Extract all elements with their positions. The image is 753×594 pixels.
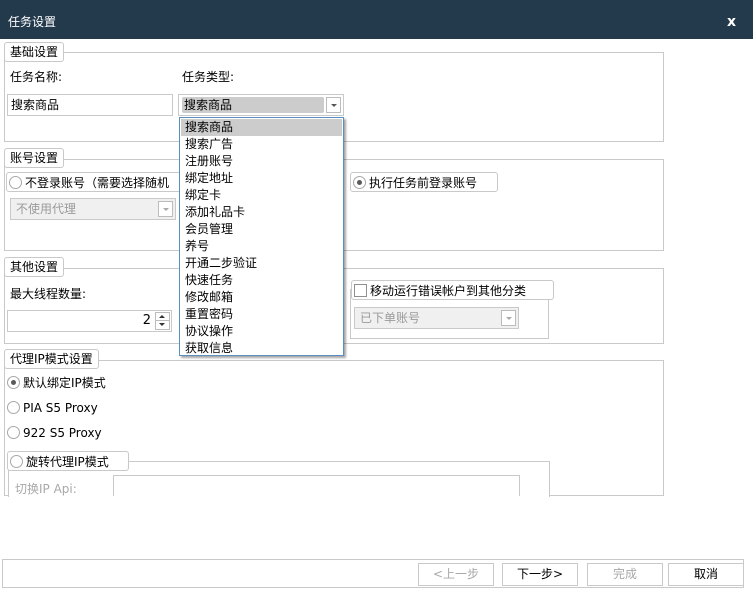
move-error-checkbox-row[interactable]: 移动运行错误帐户到其他分类 xyxy=(351,280,554,300)
rotate-proxy-radio[interactable] xyxy=(10,455,23,468)
chevron-down-icon xyxy=(501,310,516,326)
account-settings-legend: 账号设置 xyxy=(4,148,65,168)
proxy-ip-mode-legend: 代理IP模式设置 xyxy=(4,349,99,369)
proxy-select-value: 不使用代理 xyxy=(16,202,77,216)
proxy-pia-label: PIA S5 Proxy xyxy=(23,400,98,415)
task-type-option[interactable]: 协议操作 xyxy=(180,323,343,340)
prev-button[interactable]: <上一步 xyxy=(418,563,494,586)
proxy-option-922[interactable]: 922 S5 Proxy xyxy=(7,423,102,443)
task-type-option[interactable]: 养号 xyxy=(180,238,343,255)
switch-api-input[interactable] xyxy=(113,475,520,496)
stepper-buttons xyxy=(155,312,170,330)
proxy-select: 不使用代理 xyxy=(10,198,176,220)
task-type-option[interactable]: 绑定卡 xyxy=(180,187,343,204)
move-error-label: 移动运行错误帐户到其他分类 xyxy=(370,283,527,298)
other-settings-legend: 其他设置 xyxy=(4,257,65,277)
no-login-radio-row[interactable]: 不登录账号（需要选择随机 xyxy=(6,172,186,192)
close-icon[interactable]: x xyxy=(727,14,736,30)
rotate-proxy-label: 旋转代理IP模式 xyxy=(26,454,109,469)
rotate-proxy-radio-row[interactable]: 旋转代理IP模式 xyxy=(7,451,129,471)
chevron-down-icon[interactable] xyxy=(326,97,341,113)
move-error-checkbox[interactable] xyxy=(354,284,367,297)
no-login-radio[interactable] xyxy=(9,176,22,189)
stepper-down-icon[interactable] xyxy=(156,321,169,329)
proxy-default-radio[interactable] xyxy=(7,376,20,389)
task-type-label: 任务类型: xyxy=(182,70,235,84)
switch-api-label: 切换IP Api: xyxy=(15,482,77,496)
window-title: 任务设置 xyxy=(8,15,57,29)
proxy-pia-radio[interactable] xyxy=(7,401,20,414)
task-type-select[interactable]: 搜索商品 xyxy=(178,94,344,116)
task-type-value: 搜索商品 xyxy=(182,97,324,113)
task-type-option[interactable]: 快速任务 xyxy=(180,272,343,289)
login-before-label: 执行任务前登录账号 xyxy=(369,175,478,190)
login-before-radio-row[interactable]: 执行任务前登录账号 xyxy=(350,172,498,192)
login-before-radio[interactable] xyxy=(353,176,366,189)
finish-button[interactable]: 完成 xyxy=(587,563,663,586)
task-type-option[interactable]: 添加礼品卡 xyxy=(180,204,343,221)
task-type-option[interactable]: 获取信息 xyxy=(180,340,343,357)
next-button[interactable]: 下一步> xyxy=(502,563,578,586)
proxy-922-radio[interactable] xyxy=(7,426,20,439)
no-login-label: 不登录账号（需要选择随机 xyxy=(25,175,170,190)
stepper-up-icon[interactable] xyxy=(156,313,169,321)
task-type-option[interactable]: 修改邮箱 xyxy=(180,289,343,306)
category-select-value: 已下单账号 xyxy=(360,311,421,325)
task-type-option[interactable]: 会员管理 xyxy=(180,221,343,238)
proxy-option-default[interactable]: 默认绑定IP模式 xyxy=(7,373,106,393)
proxy-922-label: 922 S5 Proxy xyxy=(23,425,102,440)
basic-settings-legend: 基础设置 xyxy=(4,42,65,62)
max-threads-value: 2 xyxy=(142,313,151,328)
task-name-label: 任务名称: xyxy=(10,70,63,84)
task-type-option[interactable]: 搜索广告 xyxy=(180,136,343,153)
category-select: 已下单账号 xyxy=(354,307,519,329)
title-bar: 任务设置 x xyxy=(0,0,753,39)
cancel-button[interactable]: 取消 xyxy=(668,563,744,586)
task-type-option[interactable]: 绑定地址 xyxy=(180,170,343,187)
task-type-option[interactable]: 开通二步验证 xyxy=(180,255,343,272)
task-name-input[interactable]: 搜索商品 xyxy=(7,94,173,116)
proxy-default-label: 默认绑定IP模式 xyxy=(23,375,106,390)
task-type-dropdown-list: 搜索商品 搜索广告 注册账号 绑定地址 绑定卡 添加礼品卡 会员管理 养号 开通二步验证 快速任务… xyxy=(179,117,344,356)
task-type-option[interactable]: 搜索商品 xyxy=(181,119,342,136)
max-threads-label: 最大线程数量: xyxy=(10,287,87,301)
task-type-option[interactable]: 重置密码 xyxy=(180,306,343,323)
task-type-option[interactable]: 注册账号 xyxy=(180,153,343,170)
proxy-option-pia[interactable]: PIA S5 Proxy xyxy=(7,398,98,418)
chevron-down-icon xyxy=(158,201,173,217)
max-threads-stepper[interactable]: 2 xyxy=(7,310,172,332)
